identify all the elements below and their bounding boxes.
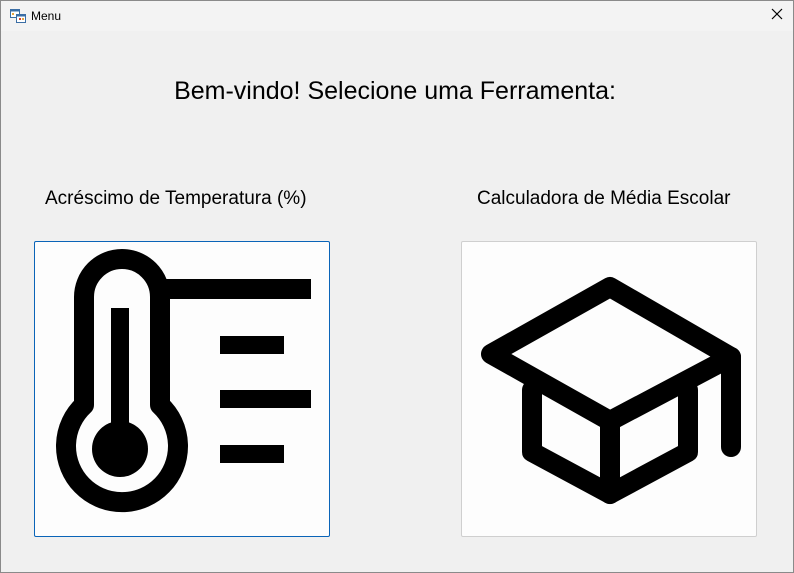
page-heading: Bem-vindo! Selecione uma Ferramenta: (1, 77, 794, 106)
temperature-tool-label: Acréscimo de Temperatura (%) (45, 188, 307, 209)
temperature-tool-button[interactable] (34, 241, 330, 537)
page-heading-text: Bem-vindo! Selecione uma Ferramenta: (174, 77, 616, 105)
grade-average-tool-button[interactable] (461, 241, 757, 537)
window-title: Menu (31, 9, 62, 23)
title-bar[interactable]: Menu (1, 1, 793, 31)
close-button[interactable] (761, 1, 793, 31)
thermometer-icon (56, 249, 311, 513)
graduation-cap-icon (481, 277, 741, 504)
main-window: Menu Bem-vindo! Selecione uma Ferramenta… (0, 0, 794, 573)
close-icon (771, 7, 783, 25)
grade-average-tool-label: Calculadora de Média Escolar (477, 188, 731, 209)
app-icon (10, 8, 26, 24)
